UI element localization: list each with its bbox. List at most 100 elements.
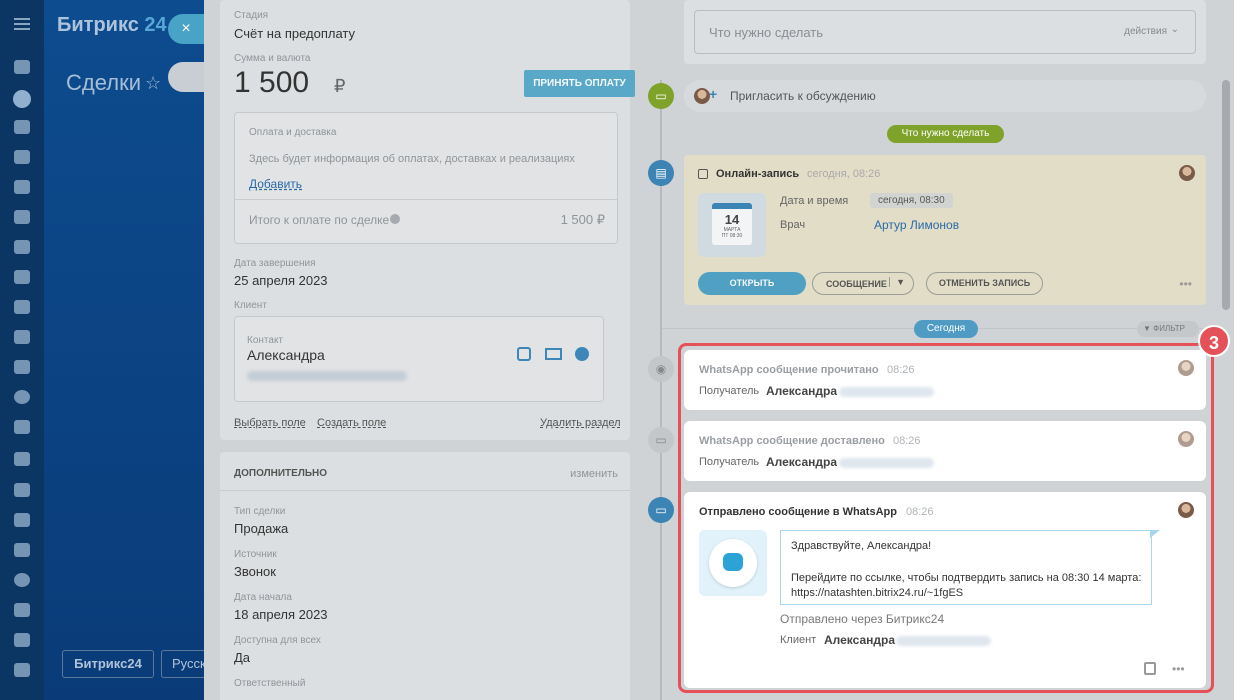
menu-icon-19[interactable] [14, 633, 30, 647]
client-label: Клиент [234, 300, 267, 311]
contact-phone-blurred [247, 371, 407, 381]
create-field-link[interactable]: Создать поле [317, 417, 386, 429]
chevron-down-icon[interactable]: ⌄ [1171, 24, 1179, 35]
source-value[interactable]: Звонок [234, 564, 276, 579]
menu-icon-crm[interactable] [13, 90, 31, 108]
menu-icon-17[interactable] [14, 573, 30, 587]
today-pill: Сегодня [914, 320, 978, 338]
menu-icon-10[interactable] [14, 360, 30, 374]
todo-input-box[interactable]: Что нужно сделать действия ⌄ [684, 0, 1206, 64]
divider [220, 490, 630, 491]
payment-box: Оплата и доставка Здесь будет информация… [234, 112, 618, 244]
star-icon[interactable]: ☆ [145, 73, 161, 94]
step-badge: 3 [1198, 325, 1230, 357]
eye-icon: ◉ [648, 356, 674, 382]
additional-card: ДОПОЛНИТЕЛЬНО изменить Тип сделки Продаж… [220, 452, 630, 700]
comment-icon: ▭ [648, 83, 674, 109]
additional-title: ДОПОЛНИТЕЛЬНО [234, 468, 328, 479]
mail-icon[interactable] [545, 348, 562, 360]
todo-pill: Что нужно сделать [887, 125, 1004, 143]
public-value[interactable]: Да [234, 650, 250, 665]
currency-sign: ₽ [334, 76, 346, 96]
start-date-value[interactable]: 18 апреля 2023 [234, 607, 328, 622]
payment-title: Оплата и доставка [249, 127, 337, 138]
main-card: Стадия Счёт на предоплату Сумма и валюта… [220, 0, 635, 440]
contact-name[interactable]: Александра [247, 347, 325, 363]
menu-icon-1[interactable] [14, 60, 30, 74]
responsible-label: Ответственный [234, 678, 306, 689]
help-icon[interactable] [390, 214, 400, 224]
logo-text: Битрикс [57, 14, 139, 36]
menu-icon-7[interactable] [14, 270, 30, 284]
add-payment-link[interactable]: Добавить [249, 177, 302, 191]
menu-icon-14[interactable] [14, 483, 30, 497]
source-label: Источник [234, 549, 277, 560]
language-button[interactable]: Русский [161, 650, 204, 678]
chat-icon[interactable] [575, 347, 589, 361]
menu-icon-8[interactable] [14, 300, 30, 314]
close-slider-button[interactable]: × [168, 14, 204, 44]
menu-icon-11[interactable] [14, 390, 30, 404]
menu-icon-6[interactable] [14, 240, 30, 254]
payment-hint: Здесь будет информация об оплатах, доста… [249, 153, 575, 165]
logo-number: 24 [144, 14, 167, 36]
todo-input[interactable]: Что нужно сделать действия ⌄ [694, 10, 1196, 54]
stage-value[interactable]: Счёт на предоплату [234, 26, 355, 41]
contact-label: Контакт [247, 335, 284, 346]
stage-label: Стадия [234, 10, 269, 21]
actions-dropdown[interactable]: действия [1124, 26, 1167, 37]
bitrix-logo[interactable]: Битрикс 24 [57, 14, 167, 37]
menu-icon-3[interactable] [14, 150, 30, 164]
add-user-icon[interactable]: + [709, 86, 717, 102]
deal-type-label: Тип сделки [234, 506, 286, 517]
filter-button[interactable]: ▼ ФИЛЬТР [1137, 321, 1199, 337]
delete-section-link[interactable]: Удалить раздел [540, 417, 621, 429]
message-button[interactable]: СООБЩЕНИЕ ▼ [812, 272, 914, 295]
menu-icon-2[interactable] [14, 120, 30, 134]
date-value-badge: сегодня, 08:30 [870, 193, 953, 208]
collapse-slider-button[interactable] [168, 62, 204, 92]
menu-icon-18[interactable] [14, 603, 30, 617]
section-title: Сделки [66, 70, 141, 95]
menu-icon-4[interactable] [14, 180, 30, 194]
end-date-label: Дата завершения [234, 258, 316, 269]
booking-icon: ▤ [648, 160, 674, 186]
menu-icon-20[interactable] [14, 663, 30, 677]
menu-icon-5[interactable] [14, 210, 30, 224]
menu-icon-16[interactable] [14, 543, 30, 557]
scrollbar[interactable] [1222, 80, 1230, 310]
booking-time: сегодня, 08:26 [807, 168, 881, 180]
avatar [694, 88, 710, 104]
deal-type-value[interactable]: Продажа [234, 521, 288, 536]
invite-bar[interactable]: + Пригласить к обсуждению [684, 80, 1206, 112]
date-label: Дата и время [780, 195, 849, 207]
hamburger-icon[interactable] [14, 18, 30, 30]
background-panel [44, 0, 204, 700]
chat-bubble-icon: ▭ [648, 497, 674, 523]
amount-value: 1 500 [234, 66, 310, 99]
more-icon[interactable]: ••• [1179, 277, 1192, 291]
menu-icon-9[interactable] [14, 330, 30, 344]
bitrix24-button[interactable]: Битрикс24 [62, 650, 154, 678]
booking-checkbox[interactable] [698, 169, 708, 179]
menu-icon-12[interactable] [14, 420, 30, 434]
cancel-booking-button[interactable]: ОТМЕНИТЬ ЗАПИСЬ [926, 272, 1043, 295]
choose-field-link[interactable]: Выбрать поле [234, 417, 306, 429]
phone-icon[interactable] [517, 347, 531, 361]
doctor-value[interactable]: Артур Лимонов [874, 218, 959, 232]
invite-text: Пригласить к обсуждению [730, 89, 876, 103]
client-box: Контакт Александра [234, 316, 604, 402]
left-menu [0, 0, 44, 700]
open-button[interactable]: ОТКРЫТЬ [698, 272, 806, 295]
chevron-down-icon[interactable]: ▼ [889, 277, 905, 287]
additional-edit-link[interactable]: изменить [570, 468, 618, 480]
filter-icon: ▼ [1143, 324, 1151, 333]
menu-icon-15[interactable] [14, 513, 30, 527]
divider [235, 199, 617, 200]
menu-icon-13[interactable] [14, 452, 30, 466]
calendar-widget: 14 МАРТА ПТ 08:30 [698, 193, 766, 257]
highlight-frame [678, 343, 1214, 693]
end-date-value[interactable]: 25 апреля 2023 [234, 273, 328, 288]
doctor-label: Врач [780, 219, 806, 231]
accept-payment-button[interactable]: ПРИНЯТЬ ОПЛАТУ [524, 70, 635, 97]
